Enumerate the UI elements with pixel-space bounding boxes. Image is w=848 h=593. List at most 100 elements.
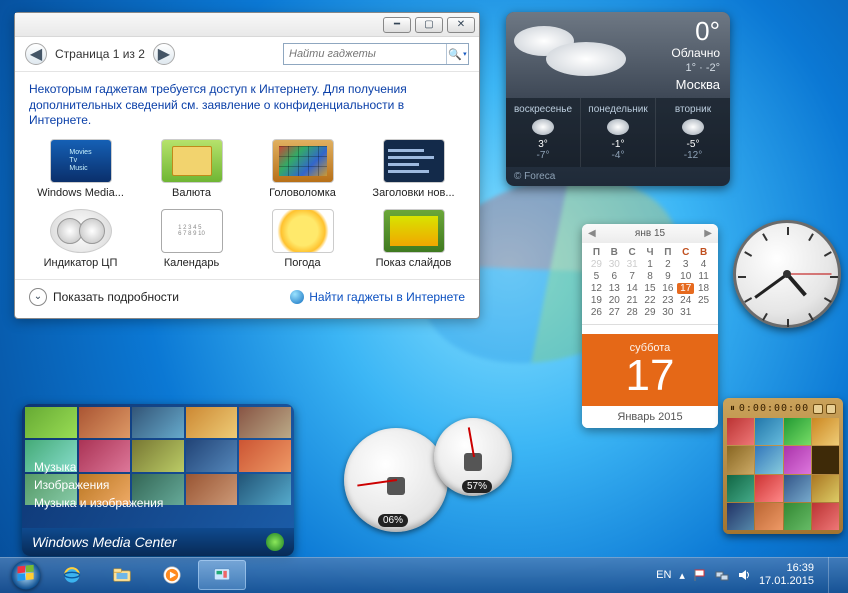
calendar-day[interactable]: 7 (624, 271, 641, 282)
gadget-news[interactable]: Заголовки нов... (362, 139, 465, 199)
puzzle-tile[interactable] (727, 446, 754, 473)
calendar-day[interactable]: 15 (642, 283, 659, 294)
taskbar-explorer-button[interactable] (98, 560, 146, 590)
puzzle-tile[interactable] (755, 446, 782, 473)
gadget-cpu-meter[interactable]: Индикатор ЦП (29, 209, 132, 269)
gadget-weather[interactable]: Погода (251, 209, 354, 269)
puzzle-tile[interactable] (812, 446, 839, 473)
network-icon[interactable] (715, 568, 729, 582)
page-indicator: Страница 1 из 2 (55, 47, 145, 61)
puzzle-tile[interactable] (755, 475, 782, 502)
minimize-button[interactable]: ━ (383, 17, 411, 33)
cpu-meter-icon (50, 209, 112, 253)
puzzle-tile[interactable] (784, 446, 811, 473)
search-input[interactable] (284, 48, 446, 60)
calendar-day[interactable]: 6 (606, 271, 623, 282)
taskbar-wmp-button[interactable] (148, 560, 196, 590)
calendar-day[interactable]: 12 (588, 283, 605, 294)
close-button[interactable]: ✕ (447, 17, 475, 33)
tray-date: 17.01.2015 (759, 575, 814, 588)
media-center-gadget[interactable]: Музыка Изображения Музыка и изображения … (22, 404, 294, 556)
calendar-gadget[interactable]: ◀ янв 15 ▶ ПВСЧПСВ2930311234567891011121… (582, 224, 718, 428)
taskbar-ie-button[interactable] (48, 560, 96, 590)
calendar-day[interactable]: 30 (659, 307, 676, 318)
puzzle-tile[interactable] (755, 418, 782, 445)
cal-prev-button[interactable]: ◀ (588, 228, 596, 239)
gadget-puzzle[interactable]: Головоломка (251, 139, 354, 199)
calendar-day[interactable]: 21 (624, 295, 641, 306)
calendar-day[interactable]: 14 (624, 283, 641, 294)
puzzle-tile[interactable] (727, 503, 754, 530)
calendar-day[interactable]: 19 (588, 295, 605, 306)
calendar-day[interactable]: 26 (588, 307, 605, 318)
calendar-day[interactable]: 11 (695, 271, 712, 282)
search-button[interactable]: 🔍▾ (446, 44, 468, 64)
puzzle-btn[interactable] (826, 404, 836, 414)
wmc-menu-item[interactable]: Музыка и изображения (34, 494, 163, 512)
puzzle-timer: 0:00:00:00 (739, 403, 809, 414)
calendar-day[interactable]: 22 (642, 295, 659, 306)
gadget-windows-media[interactable]: MoviesTvMusicWindows Media... (29, 139, 132, 199)
calendar-day[interactable]: 2 (659, 259, 676, 270)
taskbar: EN ▴ 16:39 17.01.2015 (0, 557, 848, 593)
calendar-day[interactable]: 29 (642, 307, 659, 318)
calendar-day[interactable]: 13 (606, 283, 623, 294)
puzzle-tile[interactable] (727, 475, 754, 502)
clock-tray[interactable]: 16:39 17.01.2015 (759, 562, 814, 587)
show-desktop-button[interactable] (828, 557, 838, 593)
find-gadgets-online-link[interactable]: Найти гаджеты в Интернете (290, 290, 465, 304)
calendar-day[interactable]: 28 (624, 307, 641, 318)
calendar-day[interactable]: 1 (642, 259, 659, 270)
calendar-day[interactable]: 3 (677, 259, 694, 270)
puzzle-tile[interactable] (727, 418, 754, 445)
calendar-day[interactable]: 5 (588, 271, 605, 282)
calendar-day[interactable]: 27 (606, 307, 623, 318)
puzzle-tile[interactable] (812, 475, 839, 502)
calendar-day[interactable]: 8 (642, 271, 659, 282)
calendar-day[interactable]: 10 (677, 271, 694, 282)
calendar-day[interactable]: 20 (606, 295, 623, 306)
puzzle-tile[interactable] (784, 475, 811, 502)
forecast-day: воскресенье3°-7° (506, 98, 581, 167)
cal-next-button[interactable]: ▶ (704, 228, 712, 239)
taskbar-gadgets-button[interactable] (198, 560, 246, 590)
wmc-menu-item[interactable]: Музыка (34, 458, 163, 476)
flag-icon[interactable] (693, 568, 707, 582)
wmc-menu-item[interactable]: Изображения (34, 476, 163, 494)
calendar-day[interactable]: 25 (695, 295, 712, 306)
puzzle-tile[interactable] (784, 418, 811, 445)
puzzle-tile[interactable] (812, 418, 839, 445)
calendar-day[interactable]: 17 (677, 283, 694, 294)
puzzle-tile[interactable] (812, 503, 839, 530)
wmc-footer: Windows Media Center (22, 528, 294, 556)
gadget-currency[interactable]: Валюта (140, 139, 243, 199)
gadget-slideshow[interactable]: Показ слайдов (362, 209, 465, 269)
calendar-day[interactable]: 31 (677, 307, 694, 318)
maximize-button[interactable]: ▢ (415, 17, 443, 33)
calendar-day[interactable]: 9 (659, 271, 676, 282)
calendar-day[interactable]: 16 (659, 283, 676, 294)
puzzle-tile[interactable] (755, 503, 782, 530)
language-indicator[interactable]: EN (656, 569, 671, 581)
puzzle-gadget[interactable]: ⏸ 0:00:00:00 (723, 398, 843, 534)
puzzle-tile[interactable] (784, 503, 811, 530)
puzzle-btn[interactable] (813, 404, 823, 414)
tray-up-button[interactable]: ▴ (679, 569, 685, 582)
volume-icon[interactable] (737, 568, 751, 582)
start-button[interactable] (6, 560, 46, 590)
clock-gadget[interactable] (733, 220, 841, 328)
prev-page-button[interactable]: ◀ (25, 43, 47, 65)
gadget-calendar[interactable]: 1 2 3 4 56 7 8 9 10Календарь (140, 209, 243, 269)
show-details-toggle[interactable]: ⌄ (29, 288, 47, 306)
calendar-tearoff (582, 324, 718, 334)
cpu-meter-gadget[interactable]: 06% 57% (344, 418, 516, 536)
calendar-day[interactable]: 23 (659, 295, 676, 306)
next-page-button[interactable]: ▶ (153, 43, 175, 65)
weather-gadget[interactable]: 0° Облачно 1° · -2° Москва воскресенье3°… (506, 12, 730, 186)
privacy-notice-link[interactable]: Некоторым гаджетам требуется доступ к Ин… (15, 72, 479, 135)
calendar-day[interactable]: 4 (695, 259, 712, 270)
puzzle-pause-icon[interactable]: ⏸ (730, 403, 735, 414)
calendar-day[interactable]: 24 (677, 295, 694, 306)
temp-now: 0° (695, 16, 720, 47)
calendar-day[interactable]: 18 (695, 283, 712, 294)
